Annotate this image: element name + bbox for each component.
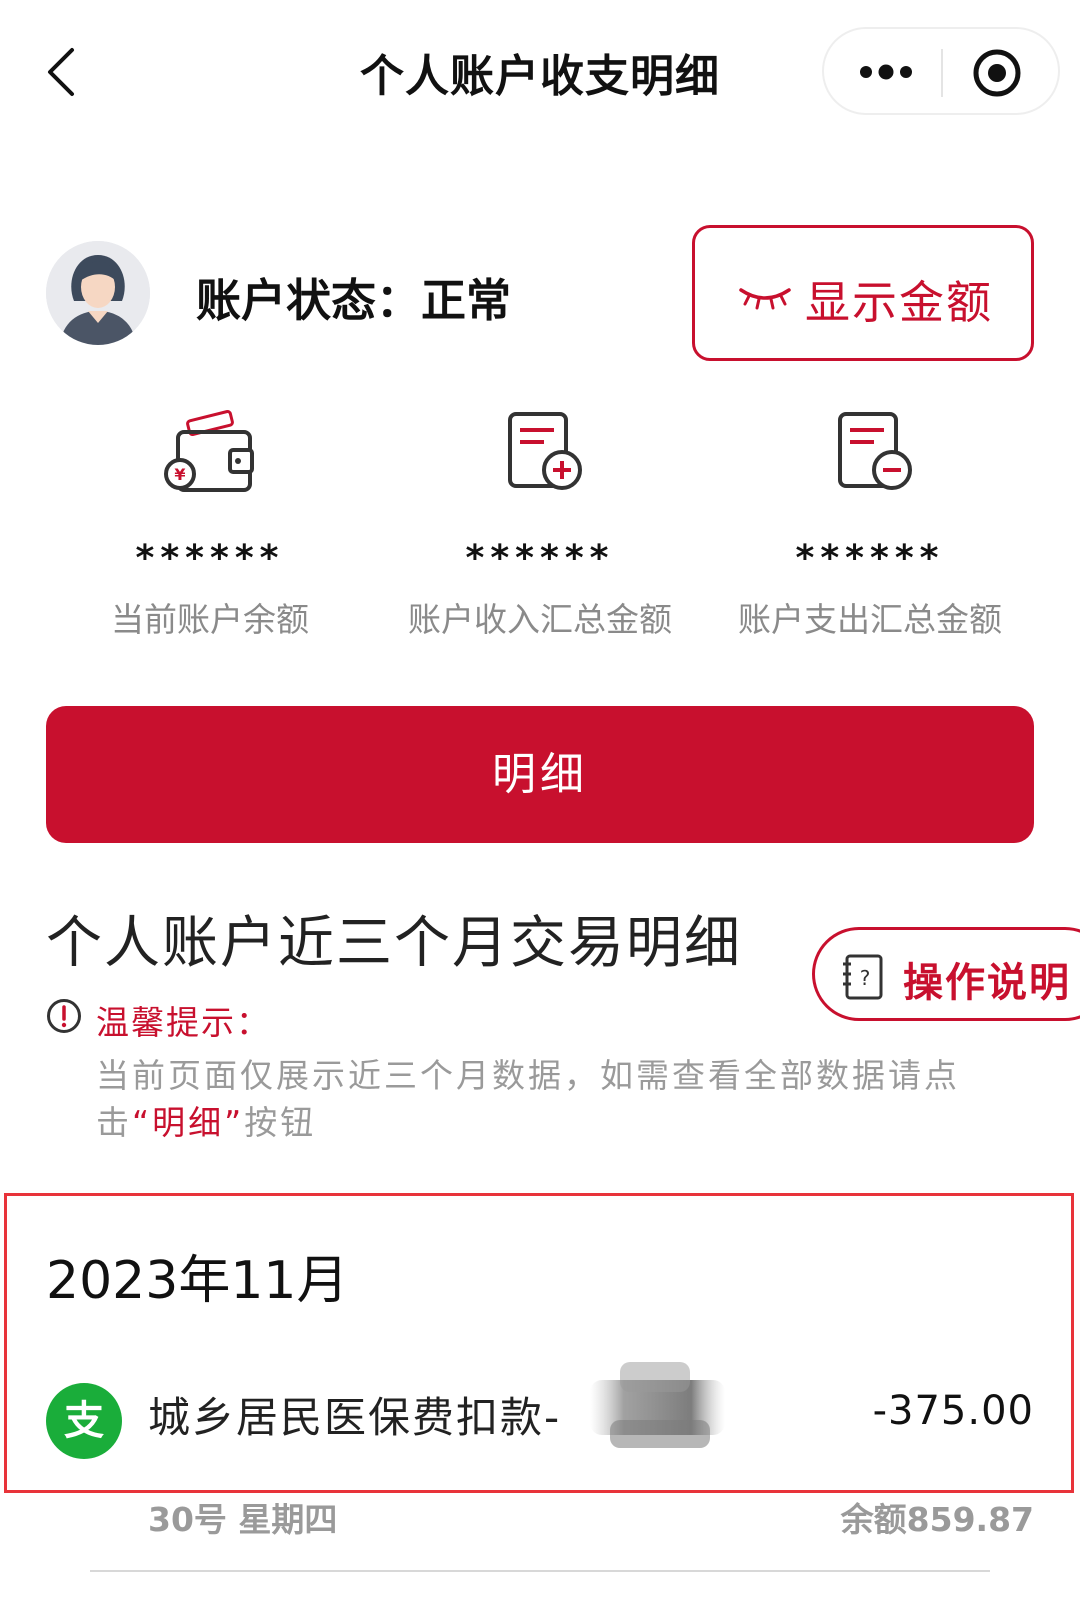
- balance-value: ******: [135, 538, 285, 579]
- month-header: 2023年11月: [46, 1251, 349, 1311]
- redaction-mark: [590, 1362, 725, 1448]
- wallet-icon: ¥: [164, 410, 254, 492]
- detail-button[interactable]: 明细: [46, 706, 1034, 843]
- tip-body: 当前页面仅展示近三个月数据，如需查看全部数据请点击“明细”按钮: [96, 1052, 1036, 1146]
- avatar: [46, 241, 150, 345]
- transaction-amount: -375.00: [872, 1388, 1034, 1434]
- help-button[interactable]: ? 操作说明: [812, 927, 1080, 1021]
- expense-label: 账户支出汇总金额: [738, 600, 1002, 639]
- document-plus-icon: [508, 412, 582, 490]
- svg-text:?: ?: [860, 966, 871, 990]
- transaction-name: 城乡居民医保费扣款-: [148, 1393, 562, 1442]
- stat-balance: ¥ ****** 当前账户余额: [45, 410, 375, 641]
- transaction-balance: 余额859.87: [840, 1500, 1034, 1539]
- account-status-label: 账户状态：正常: [196, 274, 512, 327]
- expense-value: ******: [795, 538, 945, 579]
- capsule-divider: [941, 49, 943, 97]
- section-title: 个人账户近三个月交易明细: [46, 911, 742, 976]
- more-button[interactable]: [846, 47, 926, 97]
- payment-type-icon: 支: [46, 1383, 122, 1459]
- list-divider: [90, 1570, 990, 1572]
- stat-expense: ****** 账户支出汇总金额: [705, 410, 1035, 641]
- help-label: 操作说明: [903, 960, 1071, 1006]
- tip-text-end: 按钮: [244, 1103, 317, 1142]
- tip-title: 温馨提示：: [96, 1003, 271, 1042]
- closed-eye-icon: [739, 288, 791, 310]
- user-avatar-icon: [46, 241, 150, 345]
- balance-label: 当前账户余额: [111, 600, 309, 639]
- mini-program-capsule: [822, 27, 1060, 115]
- more-dots-icon: [860, 64, 912, 80]
- warning-icon: [47, 999, 81, 1033]
- target-icon: [973, 49, 1021, 97]
- show-amount-button[interactable]: 显示金额: [692, 225, 1034, 361]
- document-minus-icon: [838, 412, 912, 490]
- income-value: ******: [465, 538, 615, 579]
- stat-income: ****** 账户收入汇总金额: [375, 410, 705, 641]
- tip-highlight: “明细”: [132, 1103, 245, 1142]
- income-label: 账户收入汇总金额: [408, 600, 672, 639]
- close-mini-program-button[interactable]: [970, 46, 1024, 100]
- svg-text:¥: ¥: [174, 465, 185, 484]
- transaction-date: 30号 星期四: [148, 1500, 338, 1539]
- show-amount-label: 显示金额: [805, 276, 994, 329]
- help-notebook-icon: ?: [843, 954, 883, 1000]
